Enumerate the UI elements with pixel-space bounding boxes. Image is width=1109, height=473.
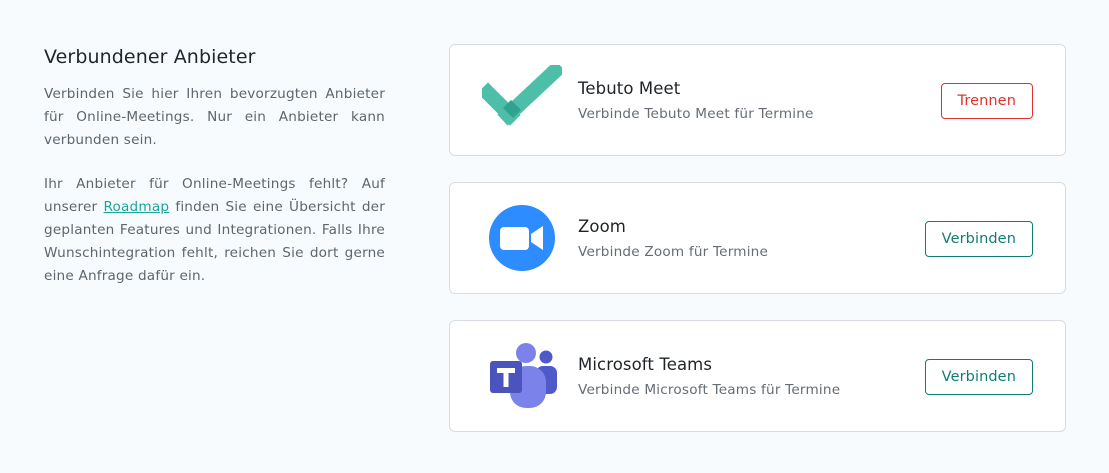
provider-description: Verbinde Microsoft Teams für Termine — [578, 382, 841, 398]
provider-card-zoom: Zoom Verbinde Zoom für Termine Verbinden — [449, 182, 1066, 294]
provider-description: Verbinde Tebuto Meet für Termine — [578, 106, 814, 122]
provider-card-tebuto-meet: Tebuto Meet Verbinde Tebuto Meet für Ter… — [449, 44, 1066, 156]
disconnect-button[interactable]: Trennen — [940, 83, 1033, 119]
provider-info: Microsoft Teams Verbinde Microsoft Teams… — [578, 355, 908, 399]
provider-description: Verbinde Zoom für Termine — [578, 244, 769, 260]
provider-name: Zoom — [578, 217, 626, 236]
provider-card-microsoft-teams: Microsoft Teams Verbinde Microsoft Teams… — [449, 320, 1066, 432]
roadmap-link[interactable]: Roadmap — [103, 199, 169, 215]
provider-info: Zoom Verbinde Zoom für Termine — [578, 217, 908, 261]
section-title: Verbundener Anbieter — [44, 46, 256, 68]
intro-description: Verbinden Sie hier Ihren bevorzugten Anb… — [44, 86, 385, 148]
roadmap-paragraph: Ihr Anbieter für Online-Meetings fehlt? … — [44, 173, 385, 288]
connect-teams-button[interactable]: Verbinden — [924, 359, 1033, 395]
intro-section: Verbundener Anbieter Verbinden Sie hier … — [44, 46, 385, 309]
connect-zoom-button[interactable]: Verbinden — [924, 221, 1033, 257]
microsoft-teams-icon — [482, 341, 562, 411]
provider-name: Tebuto Meet — [578, 79, 681, 98]
tebuto-checkmark-icon — [482, 65, 562, 135]
zoom-icon — [482, 203, 562, 273]
provider-name: Microsoft Teams — [578, 355, 713, 374]
provider-info: Tebuto Meet Verbinde Tebuto Meet für Ter… — [578, 79, 908, 123]
